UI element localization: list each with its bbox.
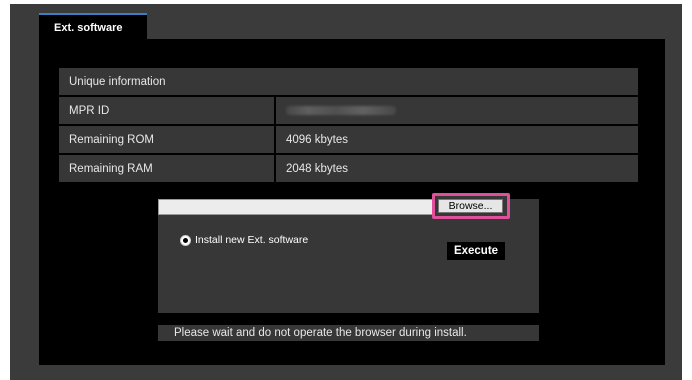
execute-button[interactable]: Execute <box>447 242 505 260</box>
install-option-label: Install new Ext. software <box>195 234 309 246</box>
browse-highlight: Browse... <box>432 193 510 219</box>
upload-section: Browse... Install new Ext. software Exec… <box>158 193 539 313</box>
mpr-id-value <box>274 95 640 126</box>
file-path-input[interactable] <box>158 199 434 215</box>
unique-info-header: Unique information <box>57 66 640 97</box>
remaining-rom-value: 4096 kbytes <box>274 124 640 155</box>
radio-checked-icon[interactable] <box>180 234 191 246</box>
blurred-id-redaction <box>286 105 396 115</box>
remaining-rom-label: Remaining ROM <box>57 124 276 155</box>
unique-info-table: Unique information MPR ID Remaining ROM … <box>57 66 640 184</box>
table-header-row: Unique information <box>57 66 640 97</box>
remaining-ram-value: 2048 kbytes <box>274 153 640 184</box>
remaining-ram-label: Remaining RAM <box>57 153 276 184</box>
table-row: Remaining RAM 2048 kbytes <box>57 153 640 184</box>
tab-ext-software[interactable]: Ext. software <box>39 13 147 39</box>
install-option[interactable]: Install new Ext. software <box>180 234 308 246</box>
mpr-id-label: MPR ID <box>57 95 276 126</box>
table-row: MPR ID <box>57 95 640 126</box>
install-notice: Please wait and do not operate the brows… <box>158 325 539 341</box>
tab-label: Ext. software <box>54 22 123 34</box>
table-row: Remaining ROM 4096 kbytes <box>57 124 640 155</box>
browse-button[interactable]: Browse... <box>438 199 503 213</box>
